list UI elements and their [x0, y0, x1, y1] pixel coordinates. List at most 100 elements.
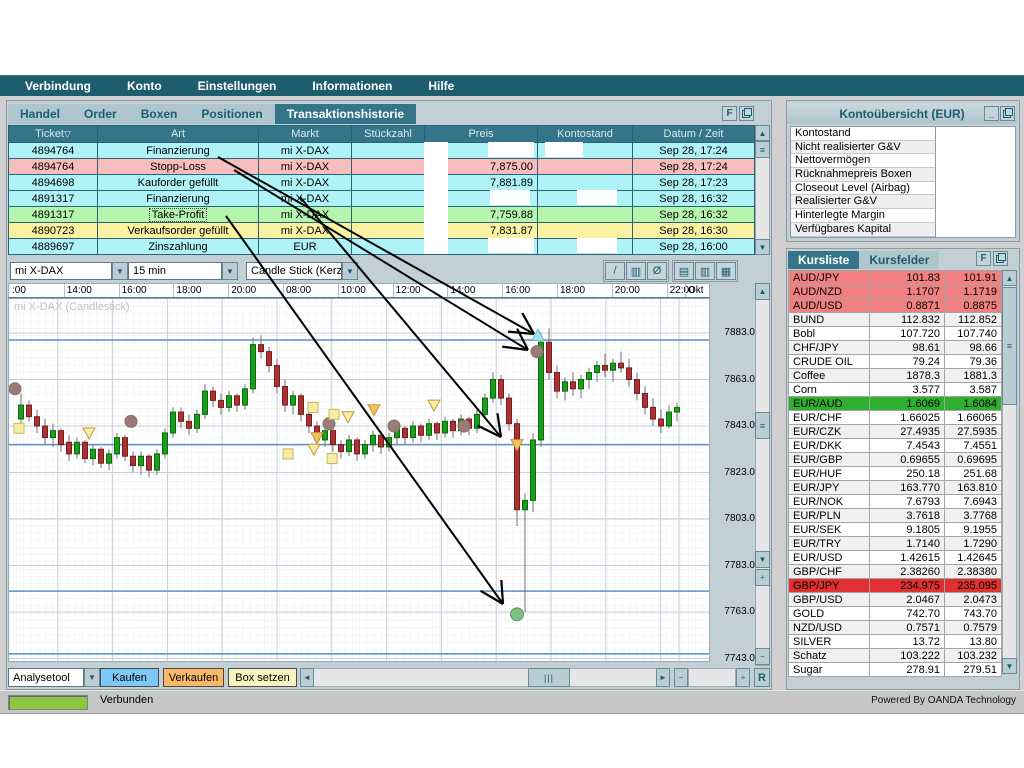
- tab-transaktionshistorie[interactable]: Transaktionshistorie: [275, 104, 416, 124]
- rate-row-eur-dkk[interactable]: EUR/DKK7.45437.4551: [789, 439, 1002, 453]
- kaufen-button[interactable]: Kaufen: [100, 668, 159, 687]
- filter-icon[interactable]: ▽: [64, 129, 71, 140]
- rate-row-eur-jpy[interactable]: EUR/JPY163.770163.810: [789, 481, 1002, 495]
- column-header-markt[interactable]: Markt: [259, 126, 352, 143]
- column-header-st-ckzahl[interactable]: Stückzahl: [352, 126, 425, 143]
- rate-row-gbp-chf[interactable]: GBP/CHF2.382602.38380: [789, 565, 1002, 579]
- account-row-value[interactable]: [935, 195, 1015, 209]
- tab-positionen[interactable]: Positionen: [189, 104, 274, 124]
- rate-row-bobl[interactable]: Bobl107.720107.740: [789, 327, 1002, 341]
- rate-row-eur-czk[interactable]: EUR/CZK27.493527.5935: [789, 425, 1002, 439]
- rate-row-coffee[interactable]: Coffee1878.31881.3: [789, 369, 1002, 383]
- chart-type-select[interactable]: Candle Stick (Kerze: [246, 262, 342, 280]
- rate-row-eur-gbp[interactable]: EUR/GBP0.696550.69695: [789, 453, 1002, 467]
- rate-row-bund[interactable]: BUND112.832112.852: [789, 313, 1002, 327]
- menu-item-konto[interactable]: Konto: [127, 79, 162, 93]
- analysetool-select[interactable]: Analysetool: [8, 668, 84, 687]
- menu-item-einstellungen[interactable]: Einstellungen: [198, 79, 277, 93]
- verkaufen-button[interactable]: Verkaufen: [163, 668, 224, 687]
- chart-vscroll-down-icon[interactable]: ▼: [755, 551, 770, 568]
- rate-row-gold[interactable]: GOLD742.70743.70: [789, 607, 1002, 621]
- rate-row-nzd-usd[interactable]: NZD/USD0.75710.7579: [789, 621, 1002, 635]
- rates-restore-icon[interactable]: [993, 251, 1008, 266]
- column-header-art[interactable]: Art: [98, 126, 259, 143]
- history-scroll-down-icon[interactable]: ▼: [755, 239, 770, 255]
- chart-type-select-dropdown-icon[interactable]: ▼: [342, 262, 358, 280]
- table-row[interactable]: 4894698Kauforder gefülltmi X-DAX7,881.89…: [9, 175, 755, 191]
- instrument-select[interactable]: mi X-DAX: [10, 262, 112, 280]
- chart-zoom-in-button[interactable]: +: [755, 569, 770, 586]
- rate-row-eur-usd[interactable]: EUR/USD1.426151.42645: [789, 551, 1002, 565]
- analysetool-dropdown-icon[interactable]: ▼: [84, 668, 100, 687]
- rate-row-eur-try[interactable]: EUR/TRY1.71401.7290: [789, 537, 1002, 551]
- table-row[interactable]: 4890723Verkaufsorder gefülltmi X-DAX7,83…: [9, 223, 755, 239]
- rate-row-eur-chf[interactable]: EUR/CHF1.660251.66065: [789, 411, 1002, 425]
- interval-select-dropdown-icon[interactable]: ▼: [222, 262, 238, 280]
- chart-zoom-out-button[interactable]: −: [755, 648, 770, 665]
- rate-row-aud-usd[interactable]: AUD/USD0.88710.8875: [789, 299, 1002, 313]
- channel-tool-icon[interactable]: ▥: [626, 262, 646, 280]
- menu-item-verbindung[interactable]: Verbindung: [25, 79, 91, 93]
- chart-vscroll-up-icon[interactable]: ▲: [755, 283, 770, 300]
- chart-hscrollbar[interactable]: [300, 668, 670, 687]
- hzoom-track[interactable]: [688, 668, 736, 687]
- grid-option2-icon[interactable]: ▥: [695, 262, 715, 280]
- rate-row-gbp-jpy[interactable]: GBP/JPY234.975235.095: [789, 579, 1002, 593]
- column-header-datum-zeit[interactable]: Datum / Zeit: [633, 126, 755, 143]
- account-row-value[interactable]: [935, 141, 1015, 155]
- tab-boxen[interactable]: Boxen: [129, 104, 190, 124]
- interval-select[interactable]: 15 min: [128, 262, 222, 280]
- instrument-select-dropdown-icon[interactable]: ▼: [112, 262, 128, 280]
- chart-hscroll-thumb[interactable]: |||: [528, 668, 570, 687]
- rate-row-corn[interactable]: Corn3.5773.587: [789, 383, 1002, 397]
- chart-hscroll-left-icon[interactable]: ◄: [300, 668, 314, 687]
- candlestick-chart-canvas[interactable]: [9, 299, 709, 661]
- reset-button[interactable]: R: [754, 668, 770, 687]
- table-row[interactable]: 4891317Finanzierungmi X-DAXSep 28, 16:32: [9, 191, 755, 207]
- hzoom-out-button[interactable]: −: [674, 668, 688, 687]
- rate-row-eur-aud[interactable]: EUR/AUD1.60691.6084: [789, 397, 1002, 411]
- table-row[interactable]: 4894764Stopp-Lossmi X-DAX7,875.00Sep 28,…: [9, 159, 755, 175]
- rate-row-gbp-usd[interactable]: GBP/USD2.04672.0473: [789, 593, 1002, 607]
- tab-handel[interactable]: Handel: [8, 104, 72, 124]
- column-header-preis[interactable]: Preis: [425, 126, 538, 143]
- grid-option1-icon[interactable]: ▤: [674, 262, 694, 280]
- account-row-value[interactable]: [935, 209, 1015, 223]
- tab-order[interactable]: Order: [72, 104, 129, 124]
- chart-vscrollbar[interactable]: [755, 283, 770, 666]
- account-minimize-icon[interactable]: _: [984, 106, 999, 121]
- rate-row-eur-sek[interactable]: EUR/SEK9.18059.1955: [789, 523, 1002, 537]
- table-row[interactable]: 4889697ZinszahlungEURSep 28, 16:00: [9, 239, 755, 255]
- rate-row-chf-jpy[interactable]: CHF/JPY98.6198.66: [789, 341, 1002, 355]
- history-scroll-up-icon[interactable]: ▲: [755, 125, 770, 141]
- account-row-value[interactable]: [935, 182, 1015, 196]
- account-row-value[interactable]: [935, 168, 1015, 182]
- menu-item-informationen[interactable]: Informationen: [312, 79, 392, 93]
- rates-tab-kursliste[interactable]: Kursliste: [788, 251, 859, 269]
- rates-float-button[interactable]: F: [976, 251, 991, 266]
- hzoom-in-button[interactable]: +: [736, 668, 750, 687]
- clear-drawings-icon[interactable]: Ø: [647, 262, 667, 280]
- chart-vscroll-thumb[interactable]: ≡: [755, 412, 770, 439]
- rate-row-sugar[interactable]: Sugar278.91279.51: [789, 663, 1002, 677]
- float-window-button[interactable]: F: [722, 106, 737, 121]
- rates-tab-kursfelder[interactable]: Kursfelder: [859, 251, 939, 269]
- restore-window-icon[interactable]: [739, 106, 754, 121]
- rate-row-aud-jpy[interactable]: AUD/JPY101.83101.91: [789, 271, 1002, 285]
- rate-row-eur-huf[interactable]: EUR/HUF250.18251.68: [789, 467, 1002, 481]
- account-row-value[interactable]: [935, 154, 1015, 168]
- menu-item-hilfe[interactable]: Hilfe: [428, 79, 454, 93]
- trendline-tool-icon[interactable]: /: [605, 262, 625, 280]
- rate-row-crude-oil[interactable]: CRUDE OIL79.2479.36: [789, 355, 1002, 369]
- column-header-ticket[interactable]: Ticket ▽: [9, 126, 98, 143]
- box-setzen-button[interactable]: Box setzen: [228, 668, 297, 687]
- rates-scroll-up-icon[interactable]: ▲: [1002, 270, 1017, 286]
- chart-hscroll-right-icon[interactable]: ►: [656, 668, 670, 687]
- rate-row-aud-nzd[interactable]: AUD/NZD1.17071.1719: [789, 285, 1002, 299]
- rate-row-schatz[interactable]: Schatz103.222103.232: [789, 649, 1002, 663]
- price-chart[interactable]: [8, 298, 710, 662]
- rates-scroll-thumb[interactable]: ≡: [1002, 287, 1017, 405]
- rate-row-eur-nok[interactable]: EUR/NOK7.67937.6943: [789, 495, 1002, 509]
- column-header-kontostand[interactable]: Kontostand: [538, 126, 633, 143]
- rate-row-silver[interactable]: SILVER13.7213.80: [789, 635, 1002, 649]
